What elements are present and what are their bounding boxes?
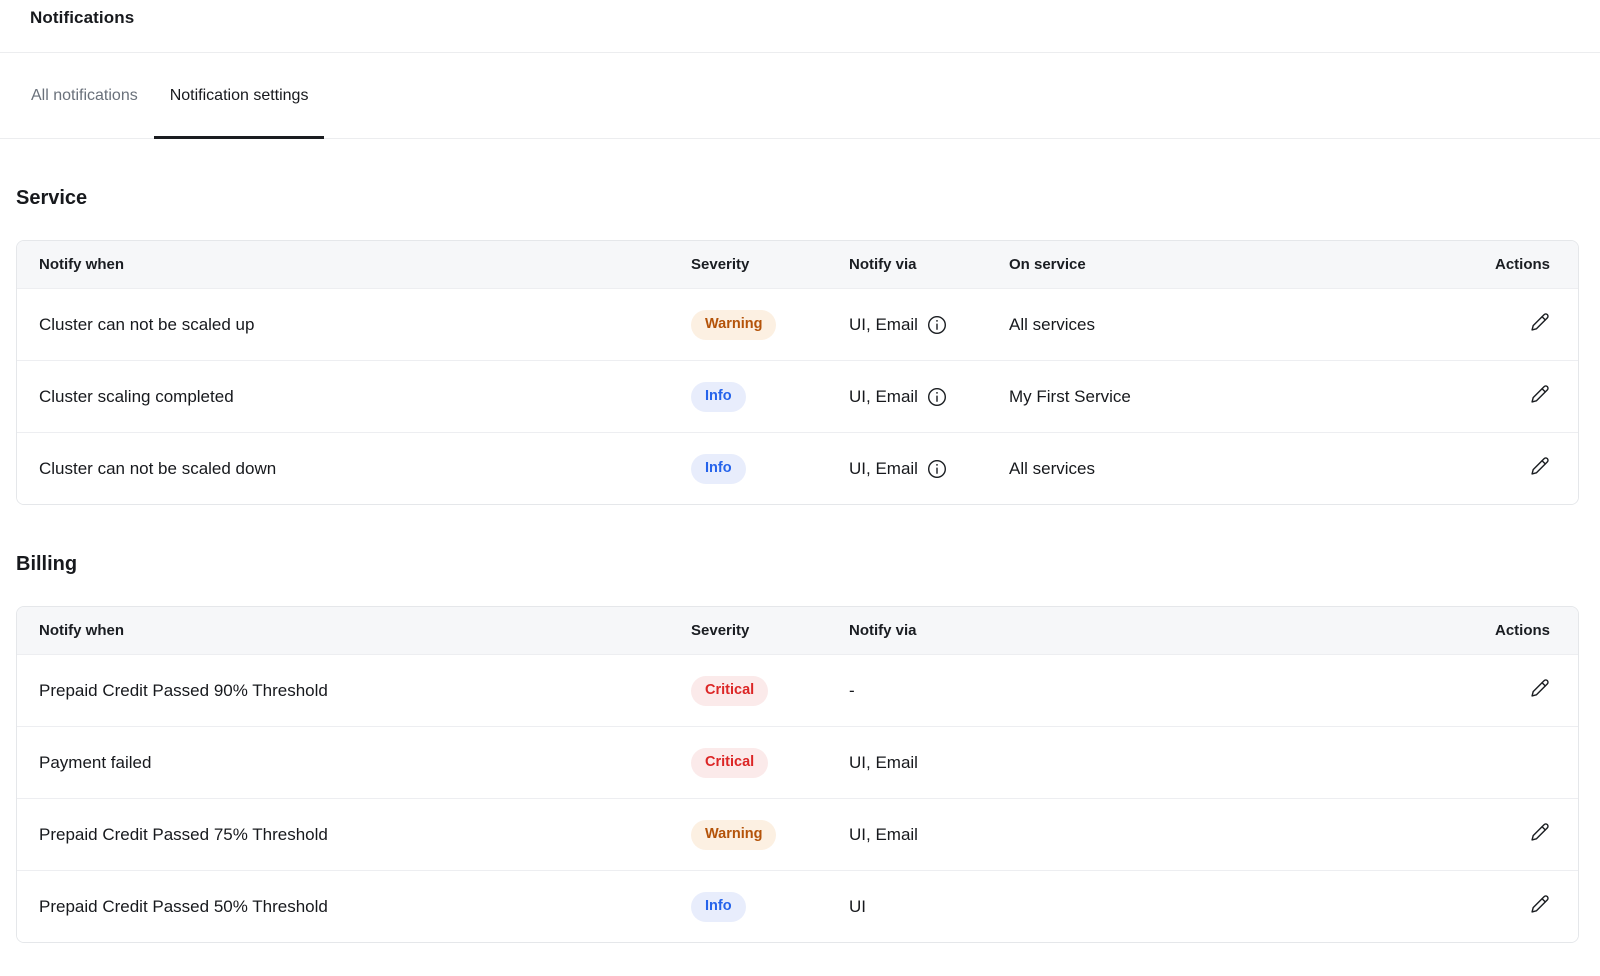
severity-cell: Info bbox=[691, 454, 849, 484]
notify-when-cell: Cluster scaling completed bbox=[39, 387, 691, 407]
section-title-service: Service bbox=[16, 187, 1579, 210]
notify-via-cell: - bbox=[849, 681, 1490, 701]
pencil-icon bbox=[1530, 456, 1550, 476]
column-header-on-service: On service bbox=[1009, 256, 1490, 273]
info-icon[interactable] bbox=[927, 386, 947, 407]
actions-cell bbox=[1530, 456, 1550, 481]
pencil-icon bbox=[1530, 678, 1550, 698]
actions-cell bbox=[1530, 384, 1550, 409]
column-header-notify-via: Notify via bbox=[849, 256, 1009, 273]
notify-via-text: UI bbox=[849, 897, 866, 917]
pencil-icon bbox=[1530, 312, 1550, 332]
service-table: Notify whenSeverityNotify viaOn service A… bbox=[16, 240, 1579, 505]
content: Service Notify whenSeverityNotify viaOn … bbox=[0, 187, 1600, 943]
notify-via-text: UI, Email bbox=[849, 387, 918, 407]
section-title-billing: Billing bbox=[16, 553, 1579, 576]
pencil-icon bbox=[1530, 894, 1550, 914]
table-header-row: Notify whenSeverityNotify via Actions bbox=[17, 607, 1578, 654]
severity-cell: Warning bbox=[691, 310, 849, 340]
info-icon[interactable] bbox=[927, 314, 947, 335]
pencil-icon bbox=[1530, 384, 1550, 404]
actions-cell bbox=[1530, 678, 1550, 703]
severity-cell: Info bbox=[691, 382, 849, 412]
on-service-cell: All services bbox=[1009, 315, 1490, 335]
table-row: Cluster scaling completedInfo UI, Email M… bbox=[17, 360, 1578, 432]
notify-via-cell: UI, Email bbox=[849, 753, 1490, 773]
column-header-notify-via: Notify via bbox=[849, 622, 1490, 639]
column-header-actions: Actions bbox=[1495, 256, 1550, 273]
on-service-cell: All services bbox=[1009, 459, 1490, 479]
column-header-severity: Severity bbox=[691, 256, 849, 273]
severity-badge: Warning bbox=[691, 310, 776, 340]
actions-cell bbox=[1530, 822, 1550, 847]
page-title: Notifications bbox=[30, 8, 1570, 28]
billing-table: Notify whenSeverityNotify via Actions Prep… bbox=[16, 606, 1579, 943]
actions-cell bbox=[1530, 894, 1550, 919]
severity-cell: Critical bbox=[691, 676, 849, 706]
notify-when-cell: Prepaid Credit Passed 90% Threshold bbox=[39, 681, 691, 701]
notify-when-cell: Payment failed bbox=[39, 753, 691, 773]
notify-via-cell: UI, Email bbox=[849, 386, 1009, 407]
severity-badge: Critical bbox=[691, 748, 768, 778]
edit-button[interactable] bbox=[1530, 384, 1550, 404]
notify-via-cell: UI, Email bbox=[849, 825, 1490, 845]
severity-badge: Warning bbox=[691, 820, 776, 850]
column-header-severity: Severity bbox=[691, 622, 849, 639]
severity-cell: Info bbox=[691, 892, 849, 922]
column-header-notify-when: Notify when bbox=[39, 256, 691, 273]
edit-button[interactable] bbox=[1530, 678, 1550, 698]
notify-when-cell: Cluster can not be scaled up bbox=[39, 315, 691, 335]
notify-via-cell: UI, Email bbox=[849, 458, 1009, 479]
column-header-notify-when: Notify when bbox=[39, 622, 691, 639]
page-header: Notifications bbox=[0, 0, 1600, 53]
table-row: Cluster can not be scaled downInfo UI, Em… bbox=[17, 432, 1578, 504]
info-icon[interactable] bbox=[927, 458, 947, 479]
table-row: Payment failedCritical UI, Email bbox=[17, 726, 1578, 798]
severity-badge: Critical bbox=[691, 676, 768, 706]
notify-when-cell: Prepaid Credit Passed 75% Threshold bbox=[39, 825, 691, 845]
table-row: Cluster can not be scaled upWarning UI, E… bbox=[17, 288, 1578, 360]
notifications-page: Notifications All notifications Notifica… bbox=[0, 0, 1600, 943]
severity-cell: Warning bbox=[691, 820, 849, 850]
notify-when-cell: Cluster can not be scaled down bbox=[39, 459, 691, 479]
notify-via-cell: UI bbox=[849, 897, 1490, 917]
edit-button[interactable] bbox=[1530, 312, 1550, 332]
severity-badge: Info bbox=[691, 892, 746, 922]
table-row: Prepaid Credit Passed 50% ThresholdInfo U… bbox=[17, 870, 1578, 942]
edit-button[interactable] bbox=[1530, 894, 1550, 914]
table-row: Prepaid Credit Passed 90% ThresholdCriti… bbox=[17, 654, 1578, 726]
table-header-row: Notify whenSeverityNotify viaOn service A… bbox=[17, 241, 1578, 288]
severity-cell: Critical bbox=[691, 748, 849, 778]
actions-cell bbox=[1530, 312, 1550, 337]
on-service-cell: My First Service bbox=[1009, 387, 1490, 407]
tabs-bar: All notifications Notification settings bbox=[0, 53, 1600, 139]
notify-via-text: UI, Email bbox=[849, 459, 918, 479]
notify-via-text: - bbox=[849, 681, 855, 701]
notify-via-cell: UI, Email bbox=[849, 314, 1009, 335]
tab-notification-settings[interactable]: Notification settings bbox=[154, 53, 325, 139]
severity-badge: Info bbox=[691, 382, 746, 412]
tab-all-notifications[interactable]: All notifications bbox=[15, 53, 154, 139]
severity-badge: Info bbox=[691, 454, 746, 484]
column-header-actions: Actions bbox=[1495, 622, 1550, 639]
notify-via-text: UI, Email bbox=[849, 315, 918, 335]
table-row: Prepaid Credit Passed 75% ThresholdWarni… bbox=[17, 798, 1578, 870]
notify-via-text: UI, Email bbox=[849, 753, 918, 773]
edit-button[interactable] bbox=[1530, 456, 1550, 476]
edit-button[interactable] bbox=[1530, 822, 1550, 842]
notify-via-text: UI, Email bbox=[849, 825, 918, 845]
pencil-icon bbox=[1530, 822, 1550, 842]
notify-when-cell: Prepaid Credit Passed 50% Threshold bbox=[39, 897, 691, 917]
